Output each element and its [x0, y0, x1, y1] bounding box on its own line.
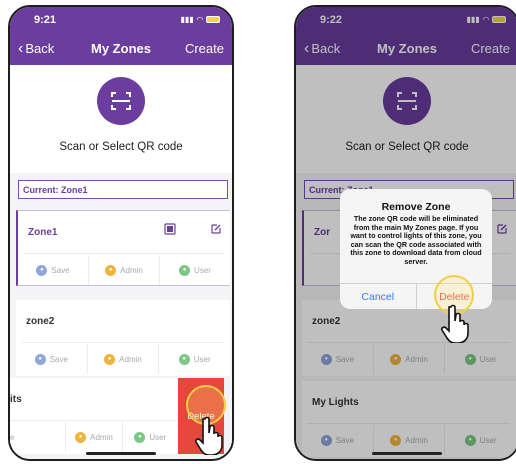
- phone-screen-right: 9:22 ▮▮▮ ◠ ‹ Back My Zones Create Scan o…: [294, 5, 516, 461]
- phone-screen-left: 9:21 ▮▮▮ ◠ ‹ Back My Zones Create Scan o…: [8, 5, 234, 461]
- chevron-left-icon: ‹: [18, 39, 24, 57]
- user-role[interactable]: ● User: [121, 422, 178, 452]
- zone-name: zone2: [26, 316, 55, 327]
- dialog-title: Remove Zone: [381, 201, 451, 213]
- admin-icon: ●: [105, 264, 117, 276]
- user-icon: ●: [134, 431, 146, 443]
- dialog-message: The zone QR code will be eliminated from…: [350, 214, 482, 266]
- back-button[interactable]: ‹ Back: [18, 39, 78, 57]
- qr-label: Scan or Select QR code: [59, 141, 183, 153]
- qr-scan-button[interactable]: [97, 77, 145, 125]
- save-role[interactable]: ● Save: [18, 255, 88, 285]
- qr-area[interactable]: Scan or Select QR code: [10, 65, 232, 173]
- user-role[interactable]: ● User: [158, 344, 230, 374]
- edit-icon[interactable]: [210, 223, 222, 235]
- admin-icon: ●: [104, 353, 116, 365]
- zone-name: its: [10, 394, 22, 405]
- current-zone: Current: Zone1: [18, 180, 228, 199]
- save-icon: ●: [36, 264, 48, 276]
- wifi-icon: ◠: [196, 15, 203, 24]
- qr-scan-icon: [111, 92, 131, 110]
- hand-pointer-icon: [195, 416, 223, 455]
- zone-name: Zone1: [28, 227, 58, 238]
- admin-role[interactable]: ● Admin: [86, 344, 159, 374]
- page-title: My Zones: [91, 41, 151, 56]
- user-role[interactable]: ● User: [159, 255, 230, 285]
- zone-card[interactable]: zone2 ● Save ● Admin ● User: [16, 300, 230, 376]
- save-role[interactable]: ● Save: [16, 344, 87, 374]
- status-time: 9:21: [34, 13, 57, 26]
- save-icon: ●: [34, 353, 46, 365]
- battery-icon: [206, 16, 220, 23]
- zone-card[interactable]: Zone1 ● Save ● Admin ● User: [16, 210, 230, 286]
- user-icon: ●: [178, 353, 190, 365]
- signal-icon: ▮▮▮: [180, 15, 194, 24]
- user-icon: ●: [179, 264, 191, 276]
- save-role[interactable]: e: [10, 422, 65, 452]
- home-indicator: [86, 452, 156, 455]
- content: Scan or Select QR code Current: Zone1 Zo…: [10, 65, 232, 459]
- admin-role[interactable]: ● Admin: [65, 422, 121, 452]
- create-button[interactable]: Create: [164, 41, 224, 56]
- cancel-button[interactable]: Cancel: [340, 284, 416, 309]
- hand-pointer-icon: [441, 304, 469, 343]
- document-icon[interactable]: [164, 223, 176, 235]
- admin-role[interactable]: ● Admin: [88, 255, 159, 285]
- status-bar: 9:21 ▮▮▮ ◠: [10, 7, 232, 32]
- home-indicator: [372, 452, 442, 455]
- admin-icon: ●: [75, 431, 87, 443]
- nav-bar: ‹ Back My Zones Create: [10, 32, 232, 65]
